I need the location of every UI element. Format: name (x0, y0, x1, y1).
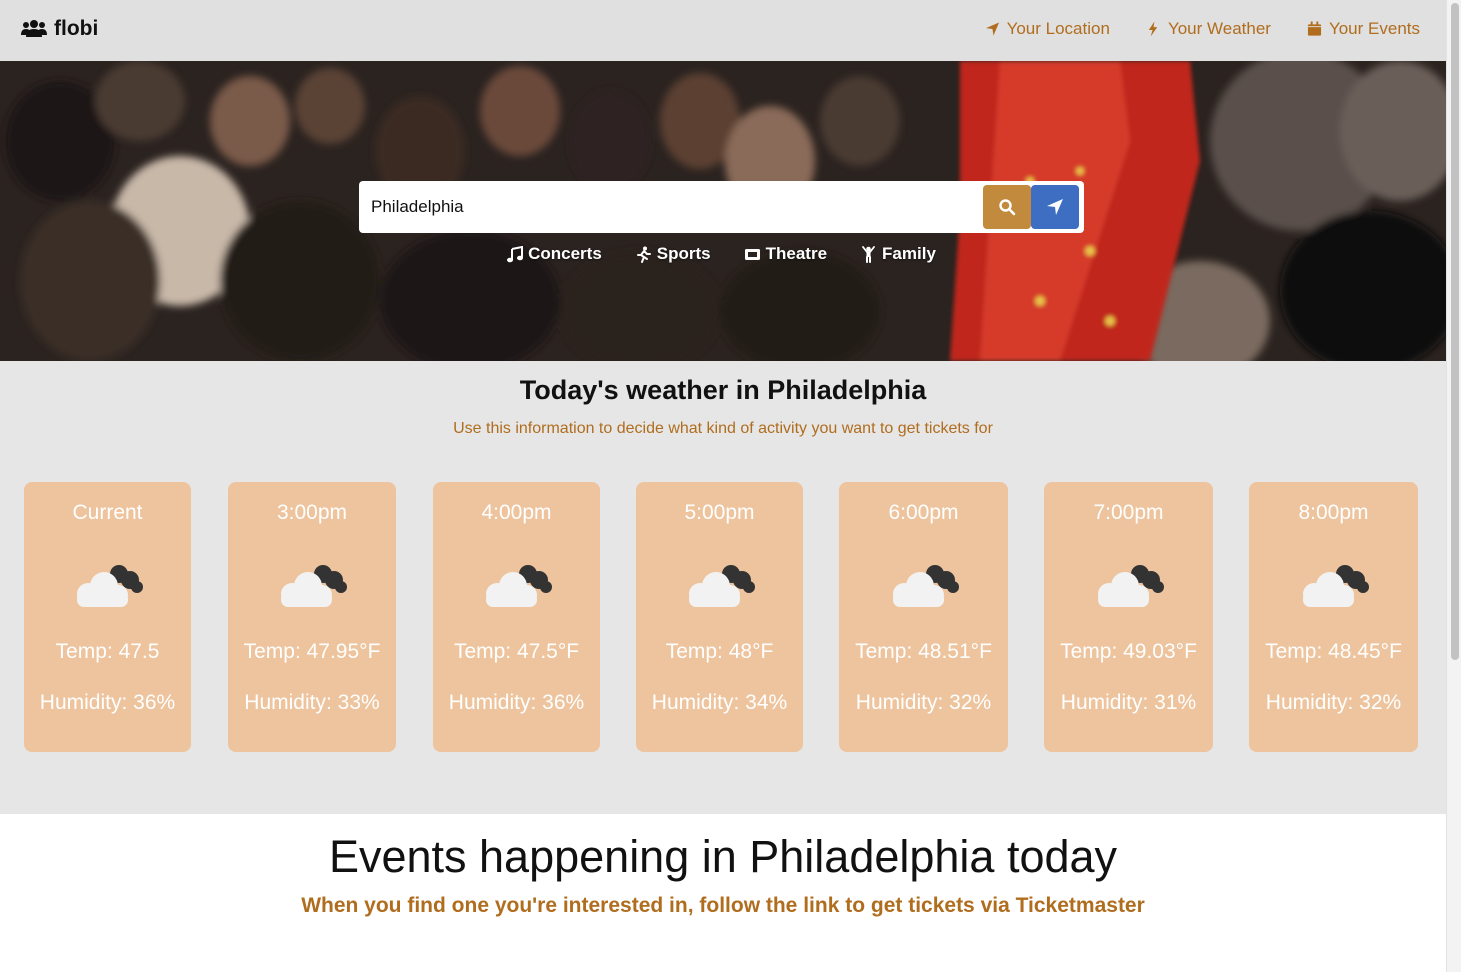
card-time: 7:00pm (1093, 501, 1164, 524)
brand-logo[interactable]: flobi (21, 17, 98, 41)
page-scrollbar[interactable] (1446, 0, 1461, 972)
cloudy-icon (1302, 565, 1369, 607)
cloudy-icon (1097, 565, 1164, 607)
events-title: Events happening in Philadelphia today (328, 831, 1118, 882)
category-label: Concerts (528, 244, 602, 263)
category-family[interactable]: Family (860, 244, 936, 264)
users-icon (21, 20, 47, 37)
ticket-icon (744, 248, 760, 260)
card-humidity: Humidity: 34% (651, 691, 788, 714)
card-temp: Temp: 48.51°F (855, 640, 992, 663)
search-button[interactable] (983, 185, 1031, 229)
card-temp: Temp: 48.45°F (1265, 640, 1402, 663)
card-time: 3:00pm (276, 501, 348, 524)
running-icon (636, 246, 651, 263)
search-bar (359, 181, 1084, 233)
card-time: 6:00pm (888, 501, 959, 524)
nav-link-events[interactable]: Your Events (1307, 19, 1420, 39)
location-arrow-icon (985, 22, 999, 36)
events-section: Events happening in Philadelphia today W… (0, 814, 1446, 972)
weather-card: 4:00pm Temp: 47.5°F Humidity: 36% (433, 482, 600, 752)
weather-card: 5:00pm Temp: 48°F Humidity: 34% (636, 482, 803, 752)
cloudy-icon (892, 565, 959, 607)
weather-subtitle: Use this information to decide what kind… (453, 420, 993, 437)
child-icon (862, 245, 875, 263)
cloudy-icon (76, 565, 143, 607)
category-label: Theatre (765, 244, 828, 263)
card-humidity: Humidity: 32% (1265, 691, 1402, 714)
category-theatre[interactable]: Theatre (744, 244, 827, 264)
card-humidity: Humidity: 36% (39, 691, 176, 714)
cloudy-icon (281, 565, 347, 607)
search-icon (999, 199, 1016, 216)
locate-button[interactable] (1031, 185, 1079, 229)
nav-link-label: Your Weather (1167, 19, 1271, 38)
nav-link-label: Your Events (1328, 19, 1420, 38)
location-arrow-icon (1047, 199, 1063, 215)
card-temp: Temp: 47.95°F (243, 640, 381, 663)
nav-link-label: Your Location (1006, 19, 1110, 38)
card-temp: Temp: 47.5°F (453, 640, 580, 663)
category-links: Concerts Sports Theatre Family (0, 244, 1446, 264)
scrollbar-thumb[interactable] (1451, 3, 1459, 660)
cloudy-icon (688, 565, 755, 607)
weather-card: 7:00pm Temp: 49.03°F Humidity: 31% (1044, 482, 1213, 752)
card-time: Current (72, 501, 143, 524)
card-humidity: Humidity: 33% (244, 691, 380, 714)
weather-card: Current Temp: 47.5 Humidity: 36% (24, 482, 191, 752)
weather-card: 3:00pm Temp: 47.95°F Humidity: 33% (228, 482, 396, 752)
weather-section: Today's weather in Philadelphia Use this… (0, 361, 1446, 814)
category-label: Family (882, 244, 936, 263)
hero-banner: Concerts Sports Theatre Family (0, 61, 1446, 361)
card-temp: Temp: 48°F (665, 640, 774, 663)
weather-title: Today's weather in Philadelphia (519, 375, 927, 405)
nav-link-location[interactable]: Your Location (985, 19, 1110, 39)
card-temp: Temp: 49.03°F (1060, 640, 1197, 663)
card-humidity: Humidity: 32% (855, 691, 992, 714)
card-time: 4:00pm (481, 501, 552, 524)
category-label: Sports (656, 244, 711, 263)
card-humidity: Humidity: 31% (1060, 691, 1197, 714)
calendar-icon (1307, 21, 1322, 36)
brand-name: flobi (54, 17, 99, 40)
bolt-icon (1148, 21, 1158, 37)
nav-link-weather[interactable]: Your Weather (1146, 19, 1271, 39)
card-temp: Temp: 47.5 (55, 640, 160, 663)
card-time: 5:00pm (684, 501, 755, 524)
weather-card: 8:00pm Temp: 48.45°F Humidity: 32% (1249, 482, 1418, 752)
nav-links: Your Location Your Weather Your Events (985, 19, 1420, 39)
card-time: 8:00pm (1298, 501, 1369, 524)
music-icon (507, 245, 524, 262)
search-input[interactable] (359, 181, 979, 233)
events-subtitle: When you find one you're interested in, … (301, 894, 1145, 917)
cloudy-icon (485, 565, 552, 607)
weather-card: 6:00pm Temp: 48.51°F Humidity: 32% (839, 482, 1008, 752)
card-humidity: Humidity: 36% (448, 691, 585, 714)
category-concerts[interactable]: Concerts (506, 244, 602, 264)
category-sports[interactable]: Sports (635, 244, 711, 264)
navbar: flobi Your Location Your Weather Your Ev… (0, 0, 1446, 61)
